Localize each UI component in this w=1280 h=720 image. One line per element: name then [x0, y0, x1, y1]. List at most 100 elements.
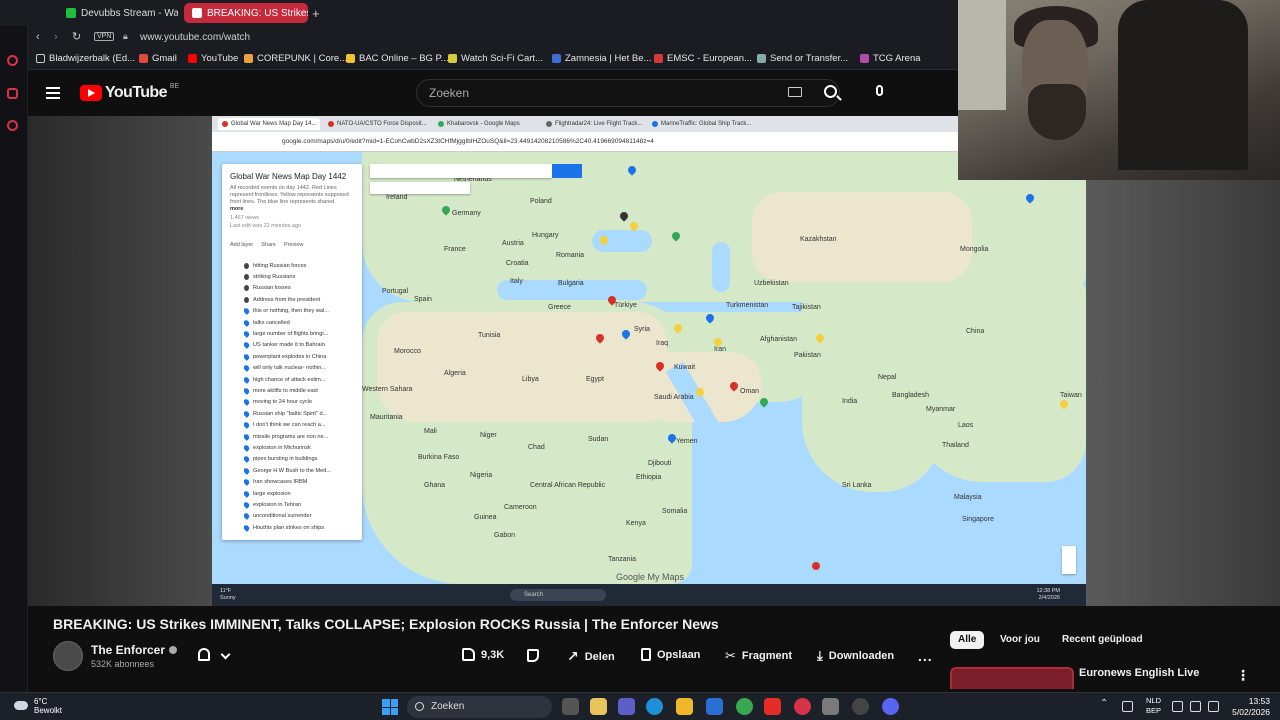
scissors-icon: ✂ [725, 648, 736, 663]
steam-icon[interactable] [852, 698, 869, 715]
sidebar-history-icon[interactable] [7, 120, 18, 131]
input-language[interactable]: NLD BEP [1146, 696, 1161, 716]
layer-item: unconditional surrender [244, 511, 354, 522]
task-view-icon[interactable] [562, 698, 579, 715]
clip-button[interactable]: ✂ Fragment [725, 648, 792, 664]
video-background-left [28, 116, 212, 606]
folder-icon[interactable] [676, 698, 693, 715]
map-label: Bulgaria [558, 280, 584, 287]
chevron-down-icon[interactable] [220, 649, 231, 660]
layer-item: striking Russians [244, 271, 354, 282]
recommendation-menu-icon[interactable]: ⋮ [1236, 667, 1250, 684]
edge-icon[interactable] [646, 698, 663, 715]
back-icon[interactable]: ‹ [36, 31, 40, 43]
microphone-icon[interactable] [876, 85, 883, 96]
map-search-button [552, 164, 582, 178]
bookmark-item[interactable]: Bladwijzerbalk (Ed... [36, 53, 135, 64]
map-zoom-control [1062, 546, 1076, 574]
tab-breaking-news[interactable]: BREAKING: US Strikes [184, 3, 308, 23]
start-button[interactable] [382, 699, 398, 715]
recommendation-thumbnail[interactable] [950, 667, 1074, 689]
recommendation-title[interactable]: Euronews English Live [1079, 667, 1199, 679]
weather-widget[interactable]: 6°C Bewolkt [14, 697, 62, 715]
search-input[interactable]: Zoeken [416, 79, 840, 107]
pin-icon [244, 512, 251, 521]
bookmark-item[interactable]: Watch Sci-Fi Cart... [448, 53, 543, 64]
youtube-app-icon[interactable] [764, 698, 781, 715]
vpn-badge[interactable]: VPN [94, 32, 115, 41]
volume-icon[interactable] [1190, 701, 1201, 712]
map-label: Guinea [474, 514, 497, 521]
layer-item: this or nothing, then they wal... [244, 306, 354, 317]
map-label: Malaysia [954, 494, 982, 501]
video-player[interactable]: Global War News Map Day 14... NATO-UA/CS… [28, 116, 1280, 606]
sidebar-messenger-icon[interactable] [7, 88, 18, 99]
tray-mute-icon[interactable] [1122, 701, 1133, 712]
webcam-beard [1028, 84, 1086, 140]
bookmark-item[interactable]: Send or Transfer... [757, 53, 848, 64]
url-text[interactable]: www.youtube.com/watch [140, 32, 250, 43]
map-label: Croatia [506, 260, 529, 267]
youtube-logo[interactable]: YouTube BE [80, 83, 179, 102]
map-label: Niger [480, 432, 497, 439]
bookmark-item[interactable]: Zamnesia | Het Be... [552, 53, 651, 64]
more-actions-button[interactable]: ... [918, 648, 933, 664]
world-map: Ireland Netherlands Germany Poland Franc… [212, 152, 1086, 584]
chrome-icon[interactable] [736, 698, 753, 715]
map-label: Hungary [532, 232, 559, 239]
bookmark-item[interactable]: COREPUNK | Core... [244, 53, 347, 64]
tray-chevron-icon[interactable]: ⌃ [1100, 698, 1111, 709]
save-button[interactable]: Opslaan [641, 648, 700, 661]
captured-tab: Global War News Map Day 14... [218, 118, 321, 130]
reload-icon[interactable]: ↻ [72, 30, 81, 43]
bookmark-item[interactable]: Gmail [139, 53, 177, 64]
bookmark-item[interactable]: YouTube [188, 53, 238, 64]
pin-icon [244, 352, 251, 361]
chip-all[interactable]: Alle [950, 631, 985, 649]
calculator-icon[interactable] [822, 698, 839, 715]
wifi-icon[interactable] [1172, 701, 1183, 712]
map-label: Afghanistan [760, 336, 797, 343]
captured-tab: NATO-UA/CSTO Force Disposit... [324, 118, 431, 130]
youtube-bookmark-icon [188, 54, 197, 63]
map-label: Tunisia [478, 332, 501, 339]
chip-for-you[interactable]: Voor jou [992, 631, 1048, 649]
forward-icon[interactable]: › [54, 31, 58, 43]
bookmark-item[interactable]: TCG Arena [860, 53, 921, 64]
bookmark-item[interactable]: BAC Online – BG P... [346, 53, 449, 64]
pin-icon [244, 307, 251, 316]
dislike-icon[interactable] [527, 649, 539, 662]
keyboard-icon[interactable] [788, 87, 802, 97]
download-button[interactable]: ⤓ Downloaden [817, 648, 894, 664]
map-label: China [966, 328, 985, 335]
channel-name[interactable]: The Enforcer [91, 643, 178, 657]
store-icon[interactable] [706, 698, 723, 715]
chip-recent[interactable]: Recent geüpload [1054, 631, 1151, 649]
opera-icon[interactable] [794, 698, 811, 715]
map-label: Turkmenistan [726, 302, 769, 309]
emsc-icon [654, 54, 663, 63]
taskbar-clock[interactable]: 13:53 5/02/2026 [1232, 696, 1270, 718]
bell-icon[interactable] [198, 648, 210, 661]
battery-icon[interactable] [1208, 701, 1219, 712]
share-button[interactable]: ↗ Delen [567, 648, 615, 665]
file-explorer-icon[interactable] [590, 698, 607, 715]
tab-devubbs-stream[interactable]: Devubbs Stream - Wat [58, 3, 178, 23]
avatar[interactable] [53, 641, 83, 671]
teams-icon[interactable] [618, 698, 635, 715]
map-label: Iran [714, 346, 727, 353]
discord-icon[interactable] [882, 698, 899, 715]
menu-icon[interactable] [46, 87, 60, 99]
bookmark-item[interactable]: EMSC - European... [654, 53, 752, 64]
search-icon[interactable] [824, 85, 837, 98]
map-label: Algeria [444, 370, 466, 377]
captured-tabbar: Global War News Map Day 14... NATO-UA/CS… [212, 116, 1086, 132]
map-label: Iraq [656, 340, 669, 347]
like-button[interactable]: 9,3K [462, 648, 504, 661]
new-tab-button[interactable]: + [312, 3, 326, 23]
sidebar-aria-icon[interactable] [7, 55, 18, 66]
map-label: Gabon [494, 532, 516, 539]
map-label: Poland [530, 198, 552, 205]
taskbar-search[interactable]: Zoeken [407, 696, 552, 718]
transfer-icon [757, 54, 766, 63]
